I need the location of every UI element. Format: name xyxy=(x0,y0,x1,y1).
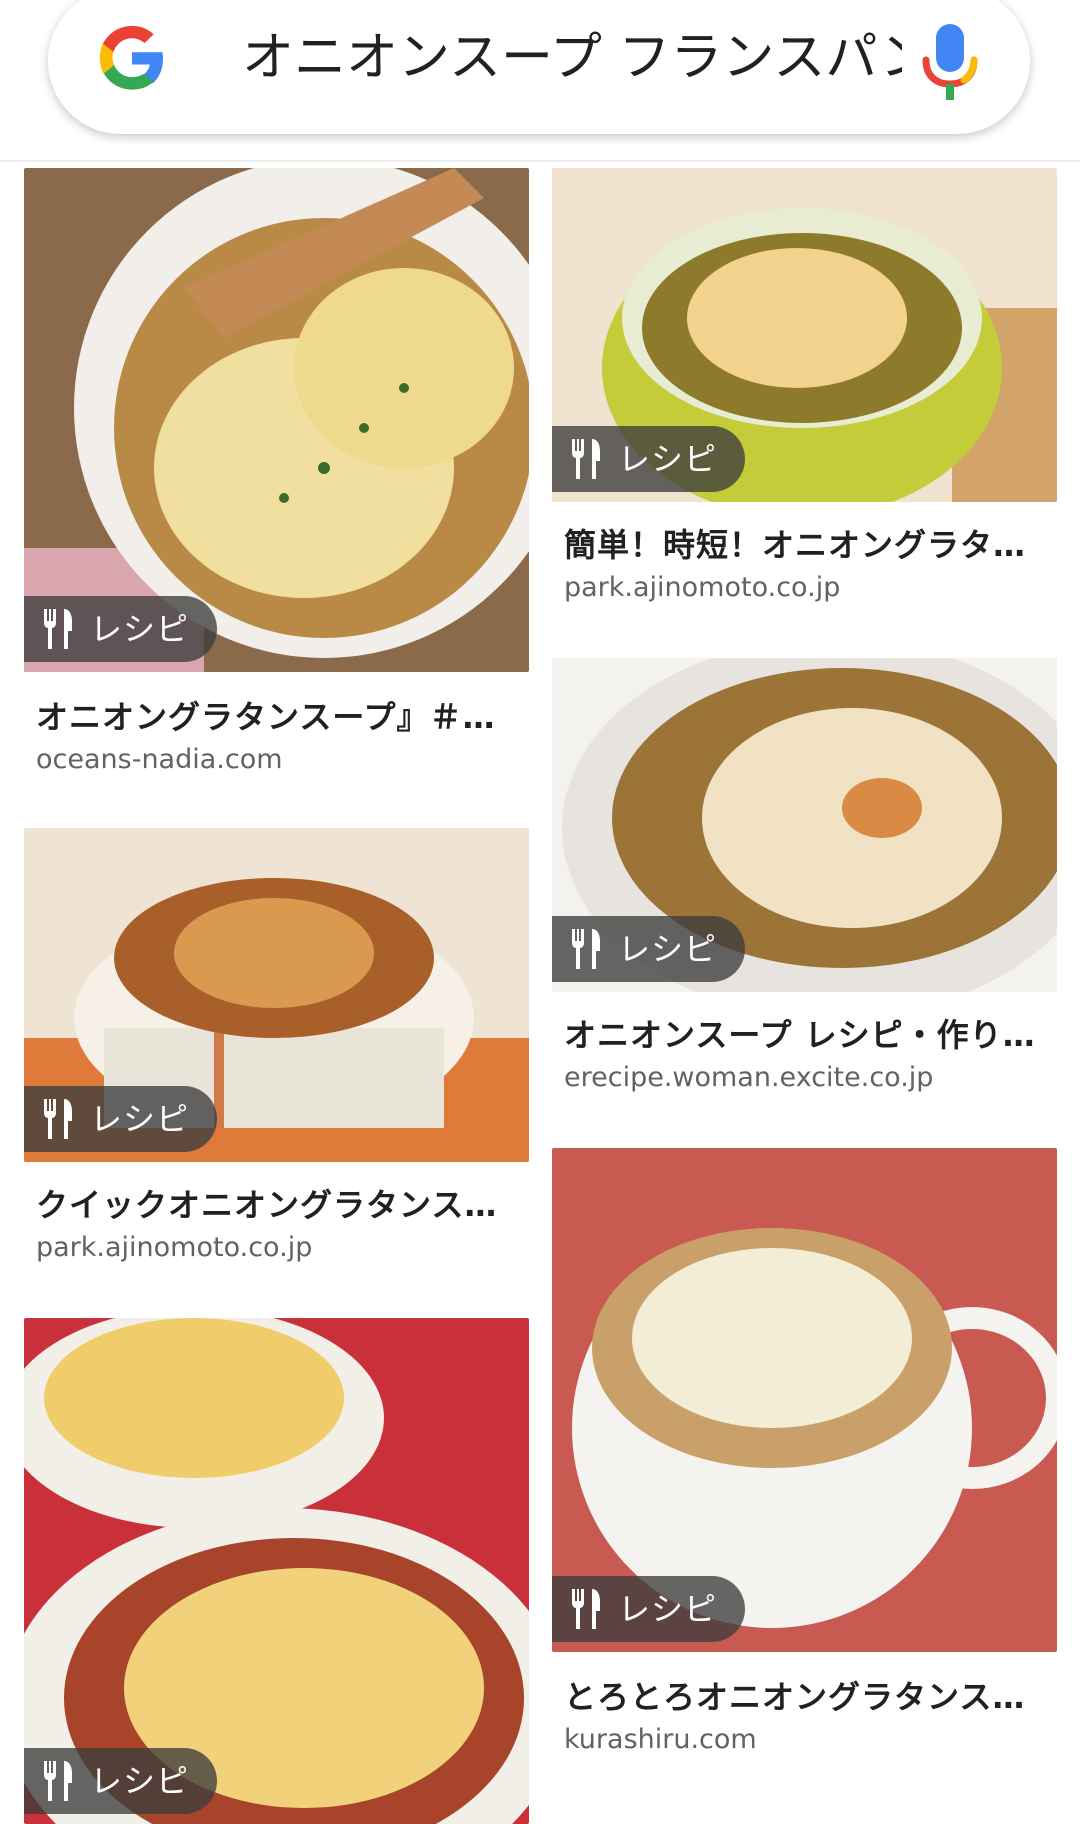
result-title[interactable]: 簡単！時短！オニオングラタ… xyxy=(564,520,1044,566)
fork-knife-icon xyxy=(572,929,600,969)
fork-knife-icon xyxy=(572,1589,600,1629)
image-result-card[interactable]: レシピ とろとろオニオングラタンス… kurashiru.com xyxy=(552,1148,1057,1755)
image-result-card[interactable]: レシピ オニオンスープ レシピ・作り… erecipe.woman.excite… xyxy=(552,658,1057,1098)
badge-label: レシピ xyxy=(90,1100,190,1138)
fork-knife-icon xyxy=(572,439,600,479)
result-domain: park.ajinomoto.co.jp xyxy=(564,572,841,603)
recipe-badge: レシピ xyxy=(24,1748,218,1814)
badge-label: レシピ xyxy=(618,440,718,478)
badge-label: レシピ xyxy=(90,610,190,648)
recipe-badge: レシピ xyxy=(552,1576,746,1642)
result-domain: kurashiru.com xyxy=(564,1724,757,1755)
result-title[interactable]: クイックオニオングラタンス… xyxy=(36,1180,516,1226)
recipe-badge: レシピ xyxy=(552,916,746,982)
image-result-card[interactable]: レシピ 簡単！時短！オニオングラタ… park.ajinomoto.co.jp xyxy=(552,168,1057,608)
result-title[interactable]: オニオングラタンスープ』＃… xyxy=(36,692,516,738)
fork-knife-icon xyxy=(44,1761,72,1801)
image-result-card[interactable]: レシピ クイックオニオングラタンス… park.ajinomoto.co.jp xyxy=(24,828,529,1268)
recipe-badge: レシピ xyxy=(24,596,218,662)
result-title[interactable]: とろとろオニオングラタンス… xyxy=(564,1672,1044,1718)
fork-knife-icon xyxy=(44,609,72,649)
result-domain: park.ajinomoto.co.jp xyxy=(36,1232,313,1263)
result-title[interactable]: オニオンスープ レシピ・作り… xyxy=(564,1010,1044,1056)
microphone-icon[interactable] xyxy=(916,20,984,104)
search-header: オニオンスープ フランスパン xyxy=(0,0,1080,162)
result-domain: erecipe.woman.excite.co.jp xyxy=(564,1062,934,1093)
result-domain: oceans-nadia.com xyxy=(36,744,283,775)
google-logo-icon[interactable] xyxy=(94,20,170,96)
fork-knife-icon xyxy=(44,1099,72,1139)
search-input[interactable]: オニオンスープ フランスパン xyxy=(242,20,902,96)
badge-label: レシピ xyxy=(618,930,718,968)
badge-label: レシピ xyxy=(618,1590,718,1628)
badge-label: レシピ xyxy=(90,1762,190,1800)
recipe-badge: レシピ xyxy=(24,1086,218,1152)
search-bar[interactable]: オニオンスープ フランスパン xyxy=(48,0,1030,134)
image-result-card[interactable]: レシピ xyxy=(24,1318,529,1824)
recipe-badge: レシピ xyxy=(552,426,746,492)
image-result-card[interactable]: レシピ オニオングラタンスープ』＃… oceans-nadia.com xyxy=(24,168,529,788)
